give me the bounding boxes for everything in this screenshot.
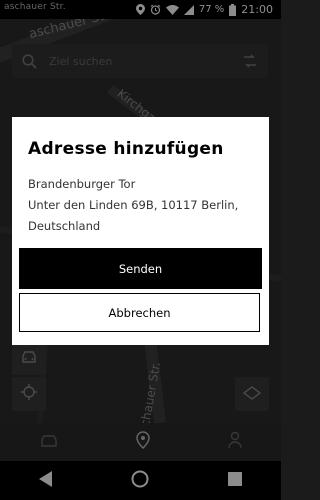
- address-line-country: Deutschland: [28, 219, 101, 233]
- add-address-dialog: Adresse hinzufügen Brandenburger Tor Unt…: [12, 117, 269, 345]
- address-line-name: Brandenburger Tor: [28, 177, 136, 191]
- address-text: Brandenburger Tor Unter den Linden 69B, …: [28, 174, 260, 237]
- send-button[interactable]: Senden: [19, 248, 262, 289]
- dialog-title: Adresse hinzufügen: [28, 139, 224, 159]
- cancel-button[interactable]: Abbrechen: [19, 293, 260, 332]
- address-line-street: Unter den Linden 69B, 10117 Berlin,: [28, 198, 239, 212]
